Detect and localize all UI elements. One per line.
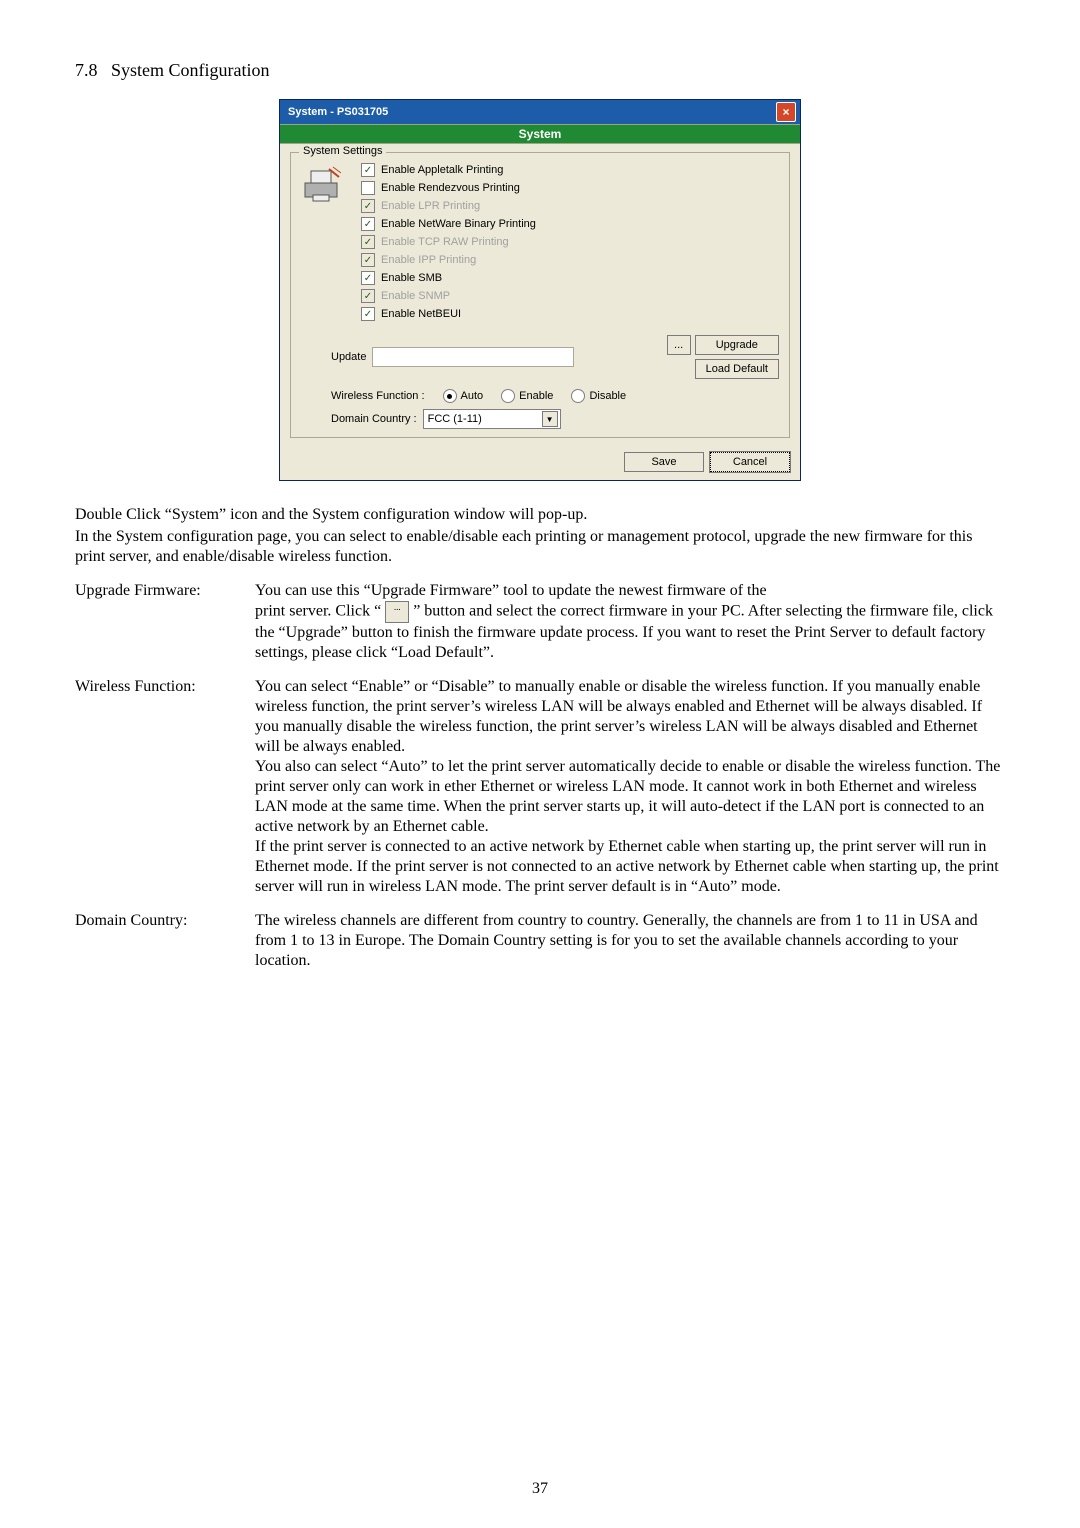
- cancel-button[interactable]: Cancel: [710, 452, 790, 472]
- paragraph-1: Double Click “System” icon and the Syste…: [75, 505, 1005, 525]
- section-strip: System: [280, 124, 800, 144]
- update-label: Update: [331, 351, 366, 363]
- domain-country-label: Domain Country :: [331, 413, 417, 425]
- close-icon[interactable]: ×: [776, 102, 796, 122]
- printer-icon: [301, 165, 341, 205]
- wireless-function-label: Wireless Function :: [331, 390, 425, 402]
- page-number: 37: [0, 1480, 1080, 1498]
- checkbox-row: ✓ Enable SNMP: [361, 287, 779, 305]
- checkbox-column: ✓ Enable Appletalk Printing Enable Rendezv…: [361, 161, 779, 323]
- radio-enable[interactable]: [501, 389, 515, 403]
- checkbox: ✓: [361, 199, 375, 213]
- section-number: 7.8: [75, 60, 98, 80]
- upgrade-firmware-label: Upgrade Firmware:: [75, 581, 255, 663]
- checkbox-row: ✓ Enable SMB: [361, 269, 779, 287]
- checkbox-row: ✓ Enable NetBEUI: [361, 305, 779, 323]
- domain-country-text: The wireless channels are different from…: [255, 911, 1005, 971]
- paragraph-2: In the System configuration page, you ca…: [75, 527, 1005, 567]
- checkbox: ✓: [361, 253, 375, 267]
- checkbox-row: ✓ Enable LPR Printing: [361, 197, 779, 215]
- checkbox-label: Enable LPR Printing: [381, 200, 480, 212]
- checkbox-row: ✓ Enable IPP Printing: [361, 251, 779, 269]
- checkbox[interactable]: [361, 181, 375, 195]
- dialog-title: System - PS031705: [288, 106, 776, 118]
- checkbox-label: Enable IPP Printing: [381, 254, 476, 266]
- wireless-function-text: You can select “Enable” or “Disable” to …: [255, 677, 1005, 897]
- strip-label: System: [519, 127, 562, 141]
- system-settings-group: System Settings ✓: [290, 152, 790, 438]
- checkbox[interactable]: ✓: [361, 217, 375, 231]
- group-legend: System Settings: [299, 145, 386, 157]
- domain-country-def-label: Domain Country:: [75, 911, 255, 971]
- checkbox-row: ✓ Enable TCP RAW Printing: [361, 233, 779, 251]
- checkbox-label: Enable TCP RAW Printing: [381, 236, 509, 248]
- radio-disable-label: Disable: [589, 390, 626, 402]
- section-title: System Configuration: [111, 60, 270, 80]
- radio-disable[interactable]: [571, 389, 585, 403]
- radio-auto-label: Auto: [461, 390, 484, 402]
- update-input[interactable]: [372, 347, 574, 367]
- upgrade-button[interactable]: Upgrade: [695, 335, 779, 355]
- checkbox: ✓: [361, 289, 375, 303]
- browse-button[interactable]: ...: [667, 335, 691, 355]
- body-text: Double Click “System” icon and the Syste…: [75, 505, 1005, 971]
- checkbox-label: Enable NetBEUI: [381, 308, 461, 320]
- section-heading: 7.8 System Configuration: [75, 60, 1005, 81]
- radio-enable-label: Enable: [519, 390, 553, 402]
- upgrade-firmware-text: You can use this “Upgrade Firmware” tool…: [255, 581, 1005, 663]
- system-dialog: System - PS031705 × System System Settin…: [279, 99, 801, 481]
- radio-auto[interactable]: [443, 389, 457, 403]
- checkbox-label: Enable Rendezvous Printing: [381, 182, 520, 194]
- checkbox-label: Enable NetWare Binary Printing: [381, 218, 536, 230]
- checkbox[interactable]: ✓: [361, 271, 375, 285]
- checkbox-row: ✓ Enable Appletalk Printing: [361, 161, 779, 179]
- checkbox-row: ✓ Enable NetWare Binary Printing: [361, 215, 779, 233]
- combo-value: FCC (1-11): [428, 413, 482, 425]
- wireless-function-def-label: Wireless Function:: [75, 677, 255, 897]
- checkbox[interactable]: ✓: [361, 163, 375, 177]
- checkbox: ✓: [361, 235, 375, 249]
- domain-country-combo[interactable]: FCC (1-11) ▼: [423, 409, 561, 429]
- checkbox-label: Enable SMB: [381, 272, 442, 284]
- browse-icon: ...: [385, 601, 409, 623]
- checkbox-row: Enable Rendezvous Printing: [361, 179, 779, 197]
- checkbox-label: Enable Appletalk Printing: [381, 164, 503, 176]
- save-button[interactable]: Save: [624, 452, 704, 472]
- chevron-down-icon[interactable]: ▼: [542, 411, 558, 427]
- title-bar: System - PS031705 ×: [280, 100, 800, 124]
- checkbox-label: Enable SNMP: [381, 290, 450, 302]
- checkbox[interactable]: ✓: [361, 307, 375, 321]
- load-default-button[interactable]: Load Default: [695, 359, 779, 379]
